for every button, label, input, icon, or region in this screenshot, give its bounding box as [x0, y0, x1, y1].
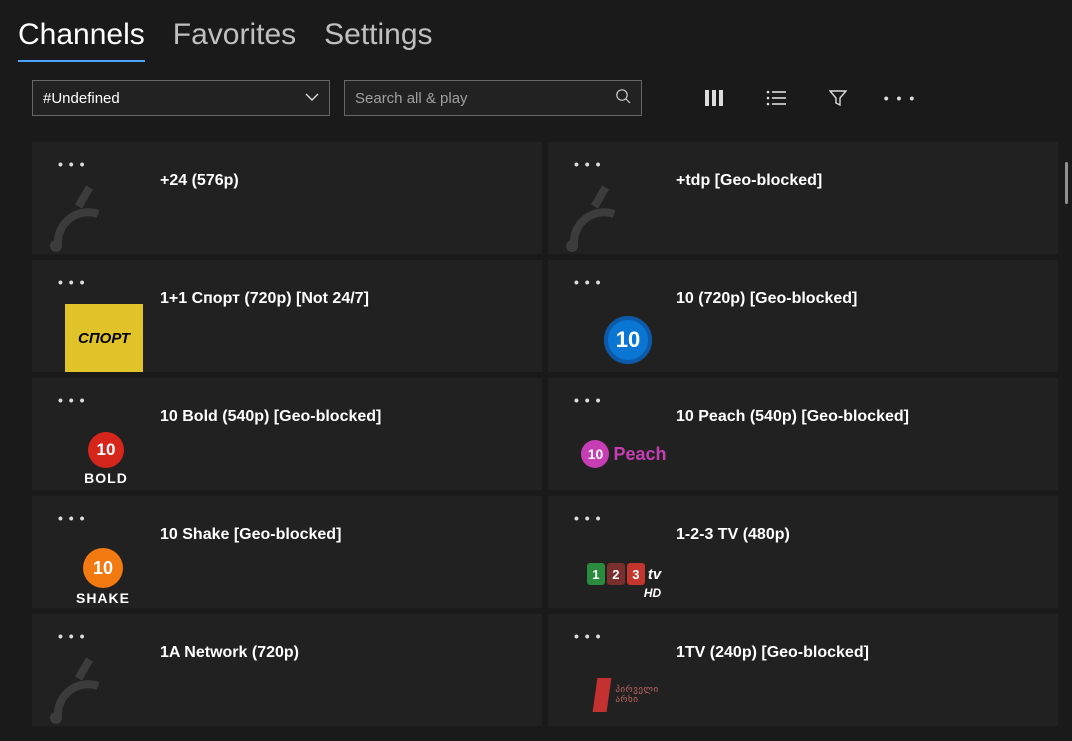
view-columns-button[interactable] [692, 80, 736, 116]
satellite-icon [38, 656, 118, 726]
channel-logo: СПОРТ [32, 304, 144, 372]
satellite-icon [38, 184, 118, 254]
scrollbar-thumb[interactable] [1065, 162, 1068, 204]
nav-tabs: Channels Favorites Settings [0, 0, 1072, 72]
channel-card[interactable]: • • • +tdp [Geo-blocked] [548, 142, 1058, 254]
card-more-icon[interactable]: • • • [58, 156, 85, 172]
channel-title: 10 Peach (540p) [Geo-blocked] [676, 408, 909, 426]
channel-card[interactable]: • • • 1+1 Спорт (720p) [Not 24/7] СПОРТ [32, 260, 542, 372]
channel-logo: 10 BOLD [32, 432, 144, 490]
tab-channels[interactable]: Channels [18, 18, 145, 62]
view-list-button[interactable] [754, 80, 798, 116]
card-more-icon[interactable]: • • • [58, 274, 85, 290]
channel-card[interactable]: • • • +24 (576p) [32, 142, 542, 254]
card-more-icon[interactable]: • • • [574, 274, 601, 290]
filter-button[interactable] [816, 80, 860, 116]
logo-sport: СПОРТ [65, 304, 143, 372]
channel-card[interactable]: • • • 10 Bold (540p) [Geo-blocked] 10 BO… [32, 378, 542, 490]
channel-card[interactable]: • • • 1-2-3 TV (480p) 123 tv HD [548, 496, 1058, 608]
channel-grid-wrapper: • • • +24 (576p) • • • +tdp [Geo-blocked… [0, 130, 1072, 741]
channel-title: 10 Bold (540p) [Geo-blocked] [160, 408, 381, 426]
channel-title: 1-2-3 TV (480p) [676, 526, 790, 544]
channel-title: 1TV (240p) [Geo-blocked] [676, 644, 869, 662]
search-box[interactable] [344, 80, 642, 116]
toolbar: #Undefined [0, 72, 1072, 130]
channel-title: 1+1 Спорт (720p) [Not 24/7] [160, 290, 369, 308]
channel-logo: პირველი არხი [548, 678, 660, 726]
satellite-icon [554, 184, 634, 254]
list-icon [766, 90, 786, 106]
search-input[interactable] [355, 90, 615, 107]
tool-buttons: • • • [692, 80, 922, 116]
card-more-icon[interactable]: • • • [574, 628, 601, 644]
tab-favorites[interactable]: Favorites [173, 18, 296, 60]
channel-logo: 10 SHAKE [32, 548, 144, 608]
logo-123tv: 123 tv HD [587, 563, 661, 600]
card-more-icon[interactable]: • • • [58, 510, 85, 526]
card-more-icon[interactable]: • • • [574, 510, 601, 526]
more-button[interactable]: • • • [878, 80, 922, 116]
channel-grid: • • • +24 (576p) • • • +tdp [Geo-blocked… [32, 142, 1064, 726]
dots-icon: • • • [884, 90, 916, 106]
channel-card[interactable]: • • • 10 Peach (540p) [Geo-blocked] 10 P… [548, 378, 1058, 490]
channel-title: 10 Shake [Geo-blocked] [160, 526, 341, 544]
channel-card[interactable]: • • • 10 (720p) [Geo-blocked] 10 [548, 260, 1058, 372]
channel-card[interactable]: • • • 1TV (240p) [Geo-blocked] პირველი ა… [548, 614, 1058, 726]
card-more-icon[interactable]: • • • [574, 156, 601, 172]
channel-title: 10 (720p) [Geo-blocked] [676, 290, 857, 308]
card-more-icon[interactable]: • • • [574, 392, 601, 408]
channel-title: +24 (576p) [160, 172, 239, 190]
channel-logo: 123 tv HD [548, 563, 660, 608]
columns-icon [704, 89, 724, 107]
logo-10shake: 10 SHAKE [76, 548, 130, 606]
channel-title: 1A Network (720p) [160, 644, 299, 662]
channel-card[interactable]: • • • 1A Network (720p) [32, 614, 542, 726]
logo-10: 10 [604, 316, 652, 364]
tab-settings[interactable]: Settings [324, 18, 432, 60]
channel-logo: 10 [548, 316, 660, 372]
card-more-icon[interactable]: • • • [58, 392, 85, 408]
filter-icon [829, 89, 847, 107]
card-more-icon[interactable]: • • • [58, 628, 85, 644]
channel-logo: 10 Peach [548, 440, 660, 490]
chevron-down-icon [305, 89, 319, 107]
channel-title: +tdp [Geo-blocked] [676, 172, 822, 190]
dropdown-value: #Undefined [43, 90, 120, 107]
logo-1tv: პირველი არხი [595, 678, 658, 712]
search-icon [615, 88, 631, 109]
logo-10bold: 10 BOLD [84, 432, 128, 486]
logo-10peach: 10 Peach [581, 440, 666, 468]
category-dropdown[interactable]: #Undefined [32, 80, 330, 116]
channel-card[interactable]: • • • 10 Shake [Geo-blocked] 10 SHAKE [32, 496, 542, 608]
